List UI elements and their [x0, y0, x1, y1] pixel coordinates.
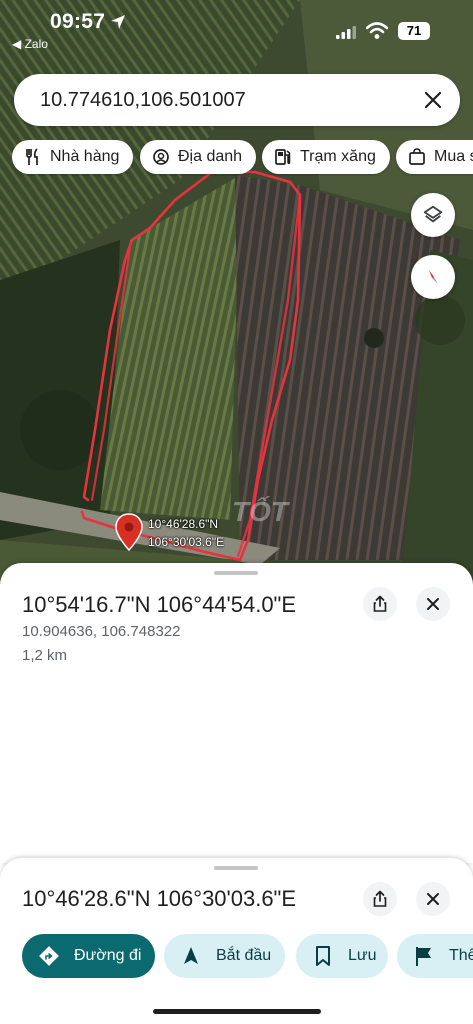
category-chips: Nhà hàng Địa danh Trạm xăng Mua s: [12, 140, 473, 176]
share-icon: [373, 890, 387, 907]
watermark: TỐT: [232, 496, 288, 527]
back-to-app-link[interactable]: ◀ Zalo: [12, 37, 48, 51]
start-navigation-button[interactable]: Bắt đầu: [164, 934, 285, 978]
directions-button[interactable]: Đường đi: [22, 934, 155, 978]
pin-coordinate-lon: 106°30'03.6"E: [148, 535, 225, 549]
place-sheet-measured[interactable]: 10°54'16.7"N 106°44'54.0"E 10.904636, 10…: [0, 563, 473, 863]
save-button[interactable]: Lưu: [296, 934, 388, 978]
navigation-arrow-icon: [184, 947, 198, 964]
wifi-icon: [366, 22, 388, 39]
close-icon: [427, 893, 439, 905]
chip-label: Trạm xăng: [300, 148, 376, 165]
distance-text: 1,2 km: [22, 647, 68, 664]
clear-search-icon[interactable]: [422, 89, 444, 111]
close-icon: [427, 598, 439, 610]
share-button[interactable]: [363, 882, 397, 916]
layers-icon: [423, 205, 443, 223]
close-button[interactable]: [416, 882, 450, 916]
sheet-drag-handle[interactable]: [214, 866, 258, 870]
landmark-icon: [153, 149, 169, 165]
shopping-bag-icon: [409, 148, 425, 165]
bookmark-icon: [316, 946, 330, 966]
action-label: Lưu: [348, 947, 377, 964]
battery-indicator: 71: [398, 22, 430, 40]
chip-label: Nhà hàng: [50, 148, 120, 165]
sheet-title: 10°54'16.7"N 106°44'54.0"E: [22, 592, 297, 617]
decimal-coordinates: 10.904636, 106.748322: [22, 623, 181, 640]
status-bar: 09:57 ◀ Zalo 71: [0, 0, 473, 58]
layers-button[interactable]: [411, 193, 455, 237]
home-indicator[interactable]: [153, 1009, 321, 1014]
chip-shopping[interactable]: Mua s: [396, 140, 473, 174]
close-button[interactable]: [416, 587, 450, 621]
compass-button[interactable]: [411, 255, 455, 299]
action-label: Bắt đầu: [216, 947, 272, 964]
add-label-button[interactable]: Thê: [397, 934, 473, 978]
gas-station-icon: [275, 149, 291, 165]
search-bar[interactable]: 10.774610,106.501007: [14, 74, 460, 126]
chip-label: Địa danh: [178, 148, 243, 165]
action-label: Thê: [449, 947, 473, 964]
flag-icon: [416, 947, 431, 966]
restaurant-icon: [26, 148, 38, 165]
pin-coordinate-lat: 10°46'28.6"N: [148, 517, 219, 531]
compass-icon: [429, 270, 438, 284]
location-pin-icon[interactable]: [114, 512, 144, 552]
action-label: Đường đi: [74, 947, 142, 964]
cellular-signal-icon: [336, 26, 356, 39]
chip-label: Mua s: [434, 148, 473, 165]
chip-restaurants[interactable]: Nhà hàng: [12, 140, 134, 174]
chip-landmarks[interactable]: Địa danh: [140, 140, 257, 174]
sheet-title: 10°46'28.6"N 106°30'03.6"E: [22, 886, 297, 911]
share-button[interactable]: [363, 587, 397, 621]
share-icon: [373, 595, 387, 612]
sheet-drag-handle[interactable]: [214, 571, 258, 575]
status-time: 09:57: [50, 10, 106, 33]
chip-gas-stations[interactable]: Trạm xăng: [262, 140, 390, 174]
directions-icon: [39, 946, 59, 966]
location-arrow-icon: [111, 15, 125, 29]
action-buttons: Đường đi Bắt đầu Lưu Thê: [22, 934, 473, 978]
search-input[interactable]: 10.774610,106.501007: [40, 89, 246, 112]
